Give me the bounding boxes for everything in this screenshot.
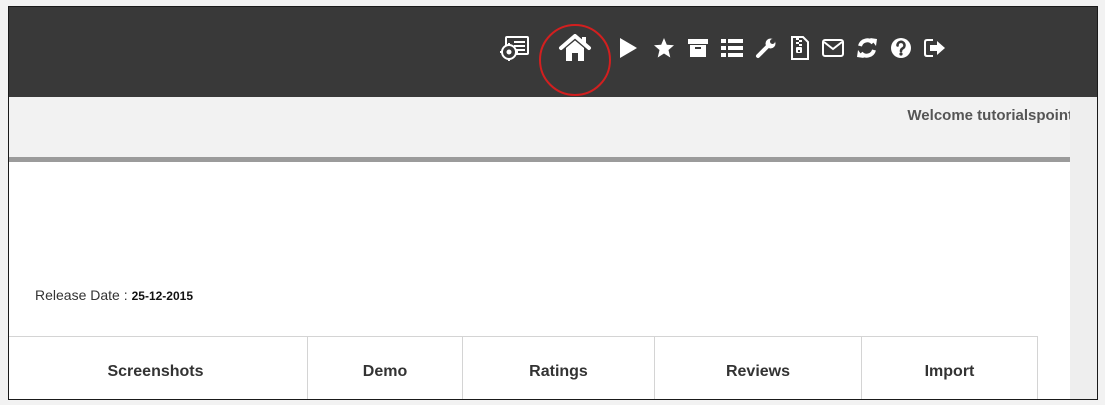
app-window: Welcome tutorialspoint Release Date :25-… (8, 6, 1098, 400)
envelope-icon[interactable] (821, 34, 845, 62)
release-date-value: 25-12-2015 (131, 289, 193, 303)
tab-screenshots[interactable]: Screenshots (9, 337, 308, 399)
home-highlight-circle (539, 24, 611, 96)
star-icon[interactable] (652, 34, 676, 62)
sign-out-icon[interactable] (923, 34, 947, 62)
tab-ratings[interactable]: Ratings (463, 337, 655, 399)
tab-demo[interactable]: Demo (308, 337, 463, 399)
top-toolbar (9, 7, 1097, 97)
right-gutter (1070, 97, 1097, 399)
help-icon[interactable] (889, 34, 913, 62)
file-zip-icon[interactable] (789, 34, 811, 62)
release-date: Release Date :25-12-2015 (35, 287, 193, 303)
extension-tabs: Screenshots Demo Ratings Reviews Import (9, 336, 1038, 399)
tab-import[interactable]: Import (862, 337, 1037, 399)
dashboard-icon[interactable] (499, 34, 533, 62)
extension-details-panel: Release Date :25-12-2015 Screenshots Dem… (9, 162, 1070, 399)
welcome-text: Welcome tutorialspoint (907, 107, 1073, 124)
release-date-label: Release Date : (35, 287, 128, 303)
archive-icon[interactable] (687, 34, 709, 62)
tab-reviews[interactable]: Reviews (655, 337, 862, 399)
play-icon[interactable] (617, 34, 639, 62)
refresh-icon[interactable] (855, 34, 879, 62)
list-icon[interactable] (720, 34, 744, 62)
wrench-icon[interactable] (754, 34, 778, 62)
